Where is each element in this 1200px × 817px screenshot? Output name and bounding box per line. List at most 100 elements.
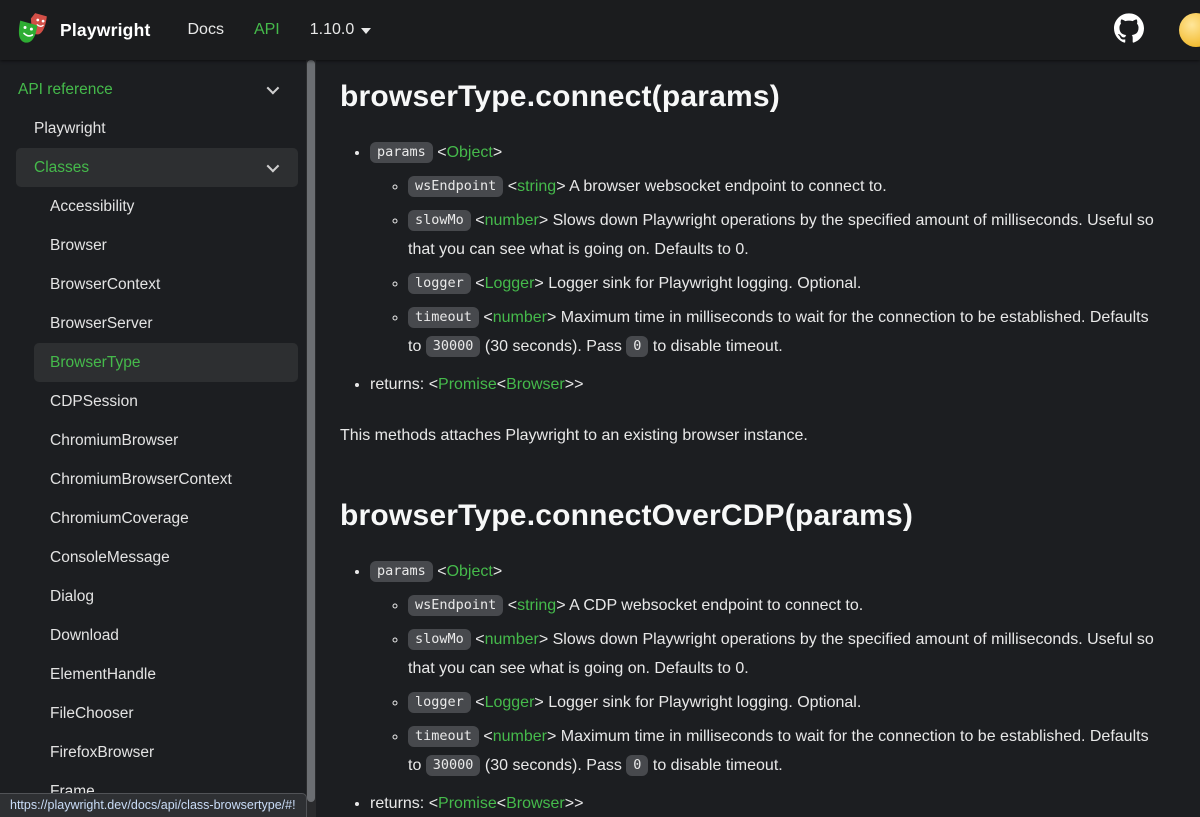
sidebar-item-label: API reference bbox=[18, 80, 113, 98]
type-link[interactable]: Logger bbox=[485, 694, 535, 711]
inline-code: params bbox=[370, 142, 433, 163]
version-label: 1.10.0 bbox=[309, 21, 355, 38]
sidebar-item-label: ChromiumBrowser bbox=[50, 431, 179, 449]
sidebar-item-chromiumcoverage[interactable]: ChromiumCoverage bbox=[34, 499, 298, 538]
type-link[interactable]: number bbox=[485, 631, 539, 648]
arg-subitem: timeout <number> Maximum time in millise… bbox=[408, 303, 1160, 361]
sidebar-item-chromiumbrowsercontext[interactable]: ChromiumBrowserContext bbox=[34, 460, 298, 499]
method-heading-connect: browserType.connect(params) bbox=[340, 80, 780, 113]
sidebar: API reference Playwright Classes Accessibil… bbox=[0, 60, 306, 817]
text-segment: >> bbox=[564, 795, 584, 812]
sidebar-item-playwright[interactable]: Playwright bbox=[16, 109, 298, 148]
playwright-logo-icon bbox=[16, 11, 50, 50]
text-segment: < bbox=[470, 275, 485, 292]
sidebar-item-classes[interactable]: Classes bbox=[16, 148, 298, 187]
inline-code: slowMo bbox=[408, 629, 471, 650]
sidebar-item-browserserver[interactable]: BrowserServer bbox=[34, 304, 298, 343]
arg-item: params <Object>wsEndpoint <string> A bro… bbox=[370, 138, 1160, 361]
arg-subitem: slowMo <number> Slows down Playwright op… bbox=[408, 206, 1160, 264]
inline-code: timeout bbox=[408, 726, 479, 747]
type-link[interactable]: Promise bbox=[438, 795, 497, 812]
inline-code: slowMo bbox=[408, 210, 471, 231]
top-navbar: Playwright Docs API 1.10.0 bbox=[0, 0, 1200, 60]
arg-subitem: logger <Logger> Logger sink for Playwrig… bbox=[408, 688, 1160, 717]
text-segment: < bbox=[503, 597, 518, 614]
sidebar-item-browsercontext[interactable]: BrowserContext bbox=[34, 265, 298, 304]
type-link[interactable]: Browser bbox=[506, 376, 565, 393]
inline-code: wsEndpoint bbox=[408, 176, 504, 197]
chevron-down-icon[interactable] bbox=[266, 81, 280, 95]
scrollbar-thumb[interactable] bbox=[307, 60, 315, 802]
doc-content: browserType.connect(params)params <Objec… bbox=[316, 60, 1200, 817]
text-segment: < bbox=[496, 795, 507, 812]
text-segment: < bbox=[432, 144, 447, 161]
text-segment: returns: < bbox=[370, 376, 439, 393]
text-segment: to disable timeout. bbox=[648, 757, 783, 774]
text-segment: >> bbox=[564, 376, 584, 393]
type-link[interactable]: number bbox=[493, 309, 547, 326]
type-link[interactable]: Object bbox=[447, 144, 493, 161]
sidebar-item-download[interactable]: Download bbox=[34, 616, 298, 655]
sidebar-item-label: BrowserServer bbox=[50, 314, 153, 332]
type-link[interactable]: Promise bbox=[438, 376, 497, 393]
text-segment: < bbox=[478, 309, 493, 326]
sidebar-item-label: Dialog bbox=[50, 587, 94, 605]
type-link[interactable]: Object bbox=[447, 563, 493, 580]
sidebar-item-cdpsession[interactable]: CDPSession bbox=[34, 382, 298, 421]
sidebar-item-label: Download bbox=[50, 626, 119, 644]
caret-down-icon bbox=[361, 28, 372, 34]
sidebar-item-api-reference[interactable]: API reference bbox=[8, 70, 298, 109]
text-segment: > bbox=[492, 144, 503, 161]
text-segment: < bbox=[470, 631, 485, 648]
github-icon bbox=[1114, 12, 1144, 48]
sidebar-item-firefoxbrowser[interactable]: FirefoxBrowser bbox=[34, 733, 298, 772]
type-link[interactable]: string bbox=[517, 597, 556, 614]
nav-api-link[interactable]: API bbox=[254, 21, 280, 39]
navbar-right bbox=[1114, 12, 1184, 48]
nav-docs-link[interactable]: Docs bbox=[188, 21, 224, 39]
arg-item: returns: <Promise<Browser>> bbox=[370, 789, 1160, 817]
arg-item: params <Object>wsEndpoint <string> A CDP… bbox=[370, 557, 1160, 780]
text-segment: > bbox=[492, 563, 503, 580]
method-heading-connectOverCDP: browserType.connectOverCDP(params) bbox=[340, 499, 914, 532]
arg-item: returns: <Promise<Browser>> bbox=[370, 370, 1160, 399]
sidebar-item-elementhandle[interactable]: ElementHandle bbox=[34, 655, 298, 694]
brand-title: Playwright bbox=[60, 19, 151, 40]
text-segment: > A browser websocket endpoint to connec… bbox=[556, 178, 887, 195]
sidebar-item-label: FileChooser bbox=[50, 704, 134, 722]
github-link[interactable] bbox=[1114, 12, 1144, 48]
arg-subitem: slowMo <number> Slows down Playwright op… bbox=[408, 625, 1160, 683]
type-link[interactable]: Browser bbox=[506, 795, 565, 812]
text-segment: (30 seconds). Pass bbox=[480, 757, 627, 774]
version-dropdown[interactable]: 1.10.0 bbox=[309, 21, 372, 39]
text-segment: < bbox=[478, 728, 493, 745]
method-description: This methods attaches Playwright to an e… bbox=[340, 427, 808, 444]
sidebar-item-filechooser[interactable]: FileChooser bbox=[34, 694, 298, 733]
arg-subitem: timeout <number> Maximum time in millise… bbox=[408, 722, 1160, 780]
text-segment: < bbox=[470, 212, 485, 229]
text-segment: > A CDP websocket endpoint to connect to… bbox=[556, 597, 864, 614]
sidebar-item-consolemessage[interactable]: ConsoleMessage bbox=[34, 538, 298, 577]
sidebar-item-browsertype[interactable]: BrowserType bbox=[34, 343, 298, 382]
type-link[interactable]: number bbox=[485, 212, 539, 229]
sidebar-item-label: FirefoxBrowser bbox=[50, 743, 155, 761]
sidebar-item-label: ChromiumCoverage bbox=[50, 509, 189, 527]
text-segment: < bbox=[503, 178, 518, 195]
brand-home-link[interactable]: Playwright bbox=[16, 11, 151, 50]
sidebar-item-label: ChromiumBrowserContext bbox=[50, 470, 232, 488]
sidebar-item-accessibility[interactable]: Accessibility bbox=[34, 187, 298, 226]
text-segment: > Logger sink for Playwright logging. Op… bbox=[534, 275, 862, 292]
text-segment: > Logger sink for Playwright logging. Op… bbox=[534, 694, 862, 711]
inline-code: timeout bbox=[408, 307, 479, 328]
sidebar-item-dialog[interactable]: Dialog bbox=[34, 577, 298, 616]
chevron-down-icon[interactable] bbox=[266, 159, 280, 173]
type-link[interactable]: Logger bbox=[485, 275, 535, 292]
type-link[interactable]: string bbox=[517, 178, 556, 195]
sidebar-scrollbar[interactable] bbox=[306, 60, 316, 817]
inline-code: params bbox=[370, 561, 433, 582]
sidebar-menu: API reference Playwright Classes Accessibil… bbox=[8, 70, 298, 811]
sidebar-item-label: Classes bbox=[34, 158, 90, 176]
type-link[interactable]: number bbox=[493, 728, 547, 745]
sidebar-item-chromiumbrowser[interactable]: ChromiumBrowser bbox=[34, 421, 298, 460]
sidebar-item-browser[interactable]: Browser bbox=[34, 226, 298, 265]
